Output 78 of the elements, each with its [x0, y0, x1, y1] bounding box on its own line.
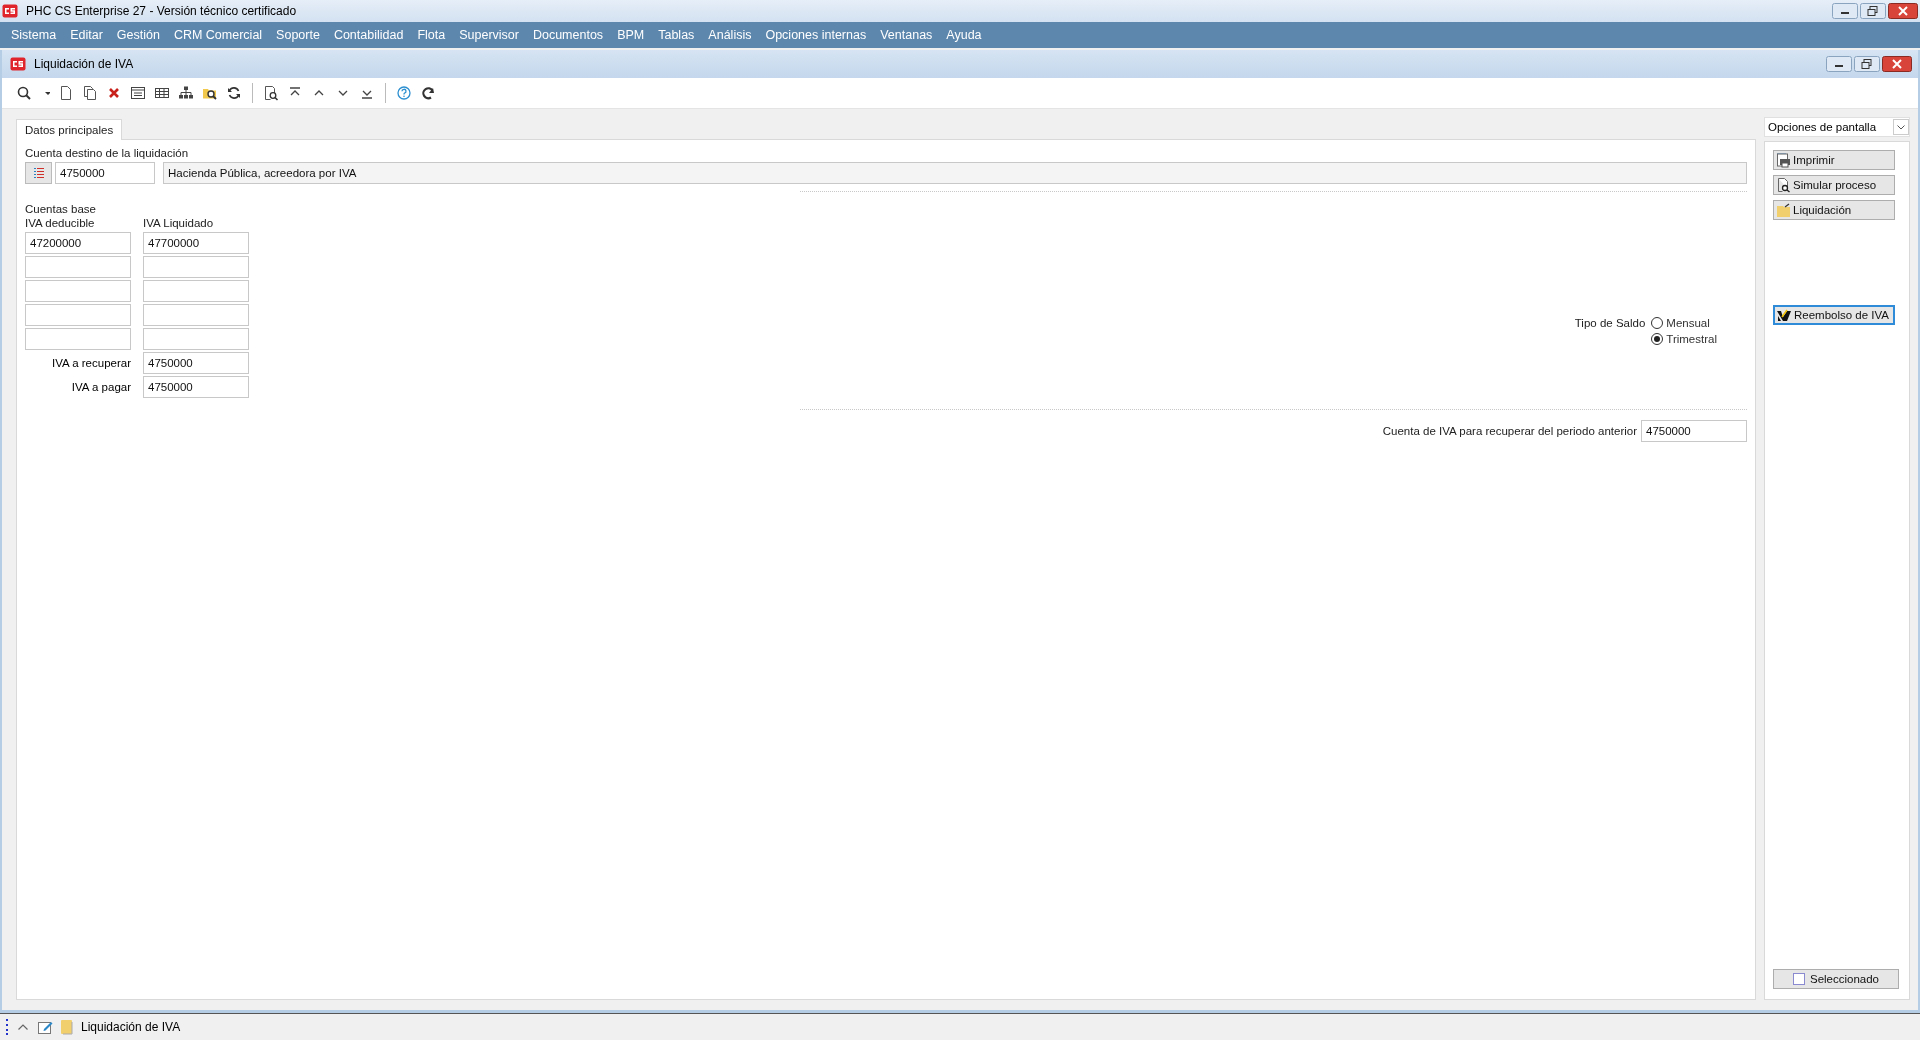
- minimize-icon[interactable]: [1832, 3, 1858, 19]
- radio-option[interactable]: Mensual: [1651, 317, 1717, 329]
- action-button[interactable]: Simular proceso: [1773, 175, 1895, 195]
- folder-icon: [1776, 202, 1791, 218]
- minimize-icon[interactable]: [1826, 56, 1852, 72]
- account-field[interactable]: [25, 304, 131, 326]
- field-label: Cuenta destino de la liquidación: [25, 146, 190, 160]
- close-icon[interactable]: [1882, 56, 1912, 72]
- window-title: Liquidación de IVA: [34, 57, 135, 71]
- menu-item[interactable]: Sistema: [4, 22, 64, 48]
- document-preview-icon[interactable]: [263, 85, 279, 101]
- account-field[interactable]: 4750000: [143, 352, 249, 374]
- account-field[interactable]: [143, 304, 249, 326]
- account-field[interactable]: 47700000: [143, 232, 249, 254]
- logo-mark-icon: [1777, 307, 1792, 323]
- close-icon[interactable]: [1888, 3, 1918, 19]
- account-field[interactable]: [25, 328, 131, 350]
- menu-item[interactable]: Contabilidad: [326, 22, 411, 48]
- selected-checkbox[interactable]: Seleccionado: [1773, 969, 1899, 989]
- grip-icon[interactable]: [6, 1019, 9, 1035]
- column-header: IVA Liquidado: [143, 216, 215, 230]
- field-label: Cuenta de IVA para recuperar del periodo anterior: [1382, 424, 1637, 438]
- list-icon: [33, 167, 44, 179]
- options-dropdown[interactable]: Opciones de pantalla: [1764, 117, 1910, 137]
- menu-item[interactable]: Documentos: [525, 22, 611, 48]
- account-field[interactable]: [143, 328, 249, 350]
- window-logo-icon: [10, 57, 26, 71]
- restore-icon[interactable]: [1860, 3, 1886, 19]
- folder-icon: [61, 1019, 73, 1035]
- action-button[interactable]: Imprimir: [1773, 150, 1895, 170]
- account-field[interactable]: 47200000: [25, 232, 131, 254]
- menu-item[interactable]: BPM: [610, 22, 652, 48]
- menu-item[interactable]: Soporte: [269, 22, 327, 48]
- app-logo-icon: [2, 4, 18, 18]
- menu-item[interactable]: Flota: [410, 22, 453, 48]
- field-label: IVA a pagar: [70, 381, 131, 393]
- chevron-down-icon: [1893, 119, 1909, 135]
- menu-item[interactable]: Opciones internas: [758, 22, 874, 48]
- menu-item[interactable]: Ventanas: [873, 22, 940, 48]
- new-document-icon[interactable]: [58, 85, 74, 101]
- restore-icon[interactable]: [1854, 56, 1880, 72]
- account-field[interactable]: 4750000: [55, 162, 155, 184]
- account-field[interactable]: [143, 256, 249, 278]
- copy-icon[interactable]: [82, 85, 98, 101]
- table-icon[interactable]: [154, 85, 170, 101]
- field-label: Tipo de Saldo: [1574, 316, 1646, 330]
- account-field[interactable]: 4750000: [1641, 420, 1747, 442]
- help-icon[interactable]: [396, 85, 412, 101]
- lookup-button[interactable]: [25, 162, 52, 184]
- menu-item[interactable]: Análisis: [701, 22, 759, 48]
- tab[interactable]: Datos principales: [16, 119, 123, 140]
- menu-item[interactable]: Supervisor: [452, 22, 526, 48]
- menu-item[interactable]: Gestión: [109, 22, 167, 48]
- radio-option[interactable]: Trimestral: [1651, 333, 1717, 345]
- edit-icon[interactable]: [37, 1019, 53, 1035]
- account-field[interactable]: [143, 280, 249, 302]
- description-field[interactable]: Hacienda Pública, acreedora por IVA: [163, 162, 1747, 184]
- action-button[interactable]: Reembolso de IVA: [1773, 305, 1895, 325]
- action-button[interactable]: Liquidación: [1773, 200, 1895, 220]
- search-icon[interactable]: [16, 85, 32, 101]
- menu-item[interactable]: Tablas: [651, 22, 702, 48]
- menu-item[interactable]: Editar: [63, 22, 110, 48]
- sync-icon[interactable]: [420, 85, 436, 101]
- hierarchy-icon[interactable]: [178, 85, 194, 101]
- printer-icon: [1776, 152, 1791, 168]
- document-search-icon: [1776, 177, 1791, 193]
- column-header: IVA deducible: [25, 216, 96, 230]
- refresh-icon[interactable]: [226, 85, 242, 101]
- account-field[interactable]: [25, 280, 131, 302]
- account-field[interactable]: [25, 256, 131, 278]
- form-view-icon[interactable]: [130, 85, 146, 101]
- section-label: Cuentas base: [25, 202, 97, 216]
- task-item[interactable]: Liquidación de IVA: [81, 1020, 181, 1034]
- menu-item[interactable]: Ayuda: [939, 22, 989, 48]
- app-title: PHC CS Enterprise 27 - Versión técnico certificado: [26, 4, 298, 18]
- account-field[interactable]: 4750000: [143, 376, 249, 398]
- field-label: IVA a recuperar: [50, 357, 131, 369]
- menu-item[interactable]: CRM Comercial: [166, 22, 270, 48]
